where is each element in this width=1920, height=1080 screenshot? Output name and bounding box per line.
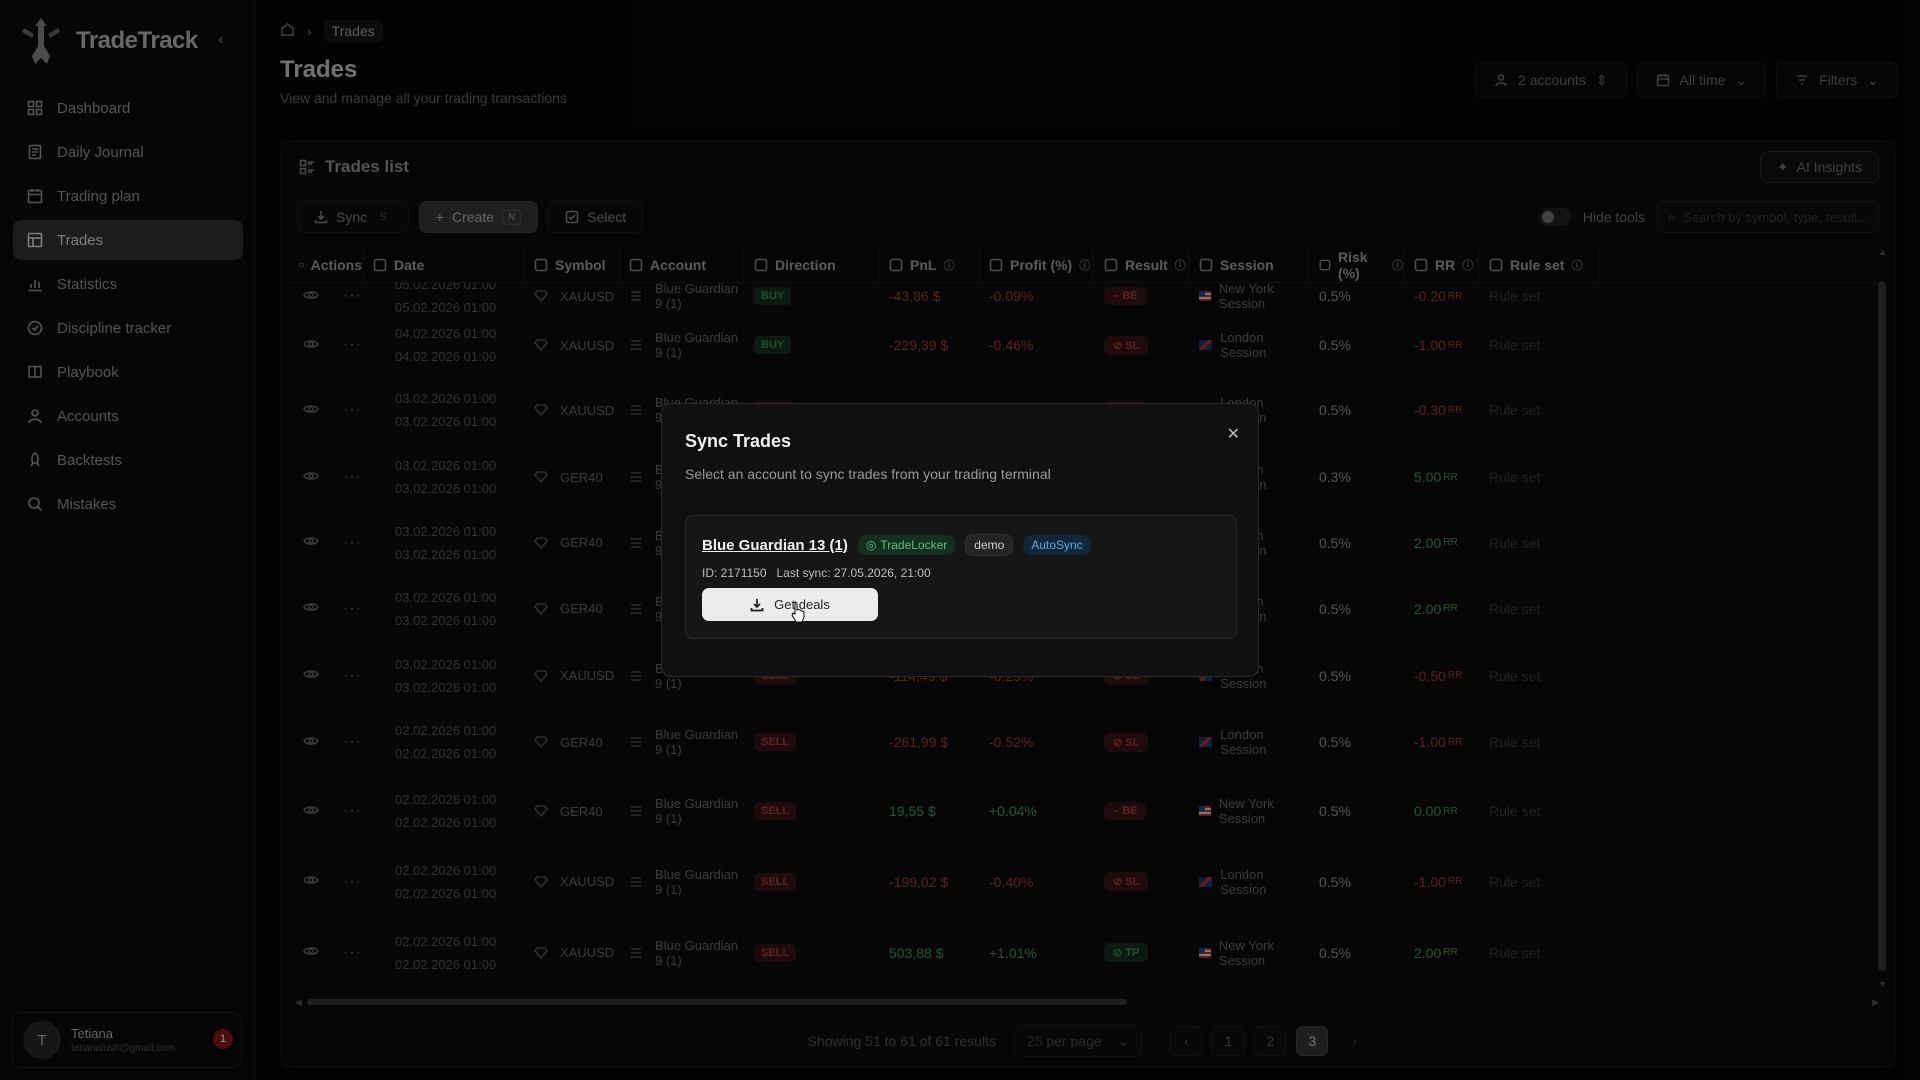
modal-subtitle: Select an account to sync trades from yo… — [685, 466, 1051, 482]
platform-label: TradeLocker — [880, 538, 948, 552]
autosync-badge: AutoSync — [1023, 535, 1091, 555]
account-type-badge: demo — [965, 534, 1014, 556]
account-id: ID: 2171150 — [702, 566, 767, 580]
check-circle-icon: ◎ — [865, 538, 877, 552]
download-icon — [750, 598, 764, 611]
modal-title: Sync Trades — [685, 431, 792, 451]
account-card[interactable]: Blue Guardian 13 (1) ◎ TradeLocker demo … — [685, 515, 1237, 639]
last-sync: Last sync: 27.05.2026, 21:00 — [776, 566, 931, 580]
platform-badge: ◎ TradeLocker — [857, 535, 956, 555]
sync-trades-modal: Sync Trades Select an account to sync tr… — [661, 403, 1259, 677]
account-name-link[interactable]: Blue Guardian 13 (1) — [702, 537, 848, 554]
close-icon[interactable]: ✕ — [1227, 424, 1240, 444]
mouse-cursor-icon — [791, 601, 805, 623]
